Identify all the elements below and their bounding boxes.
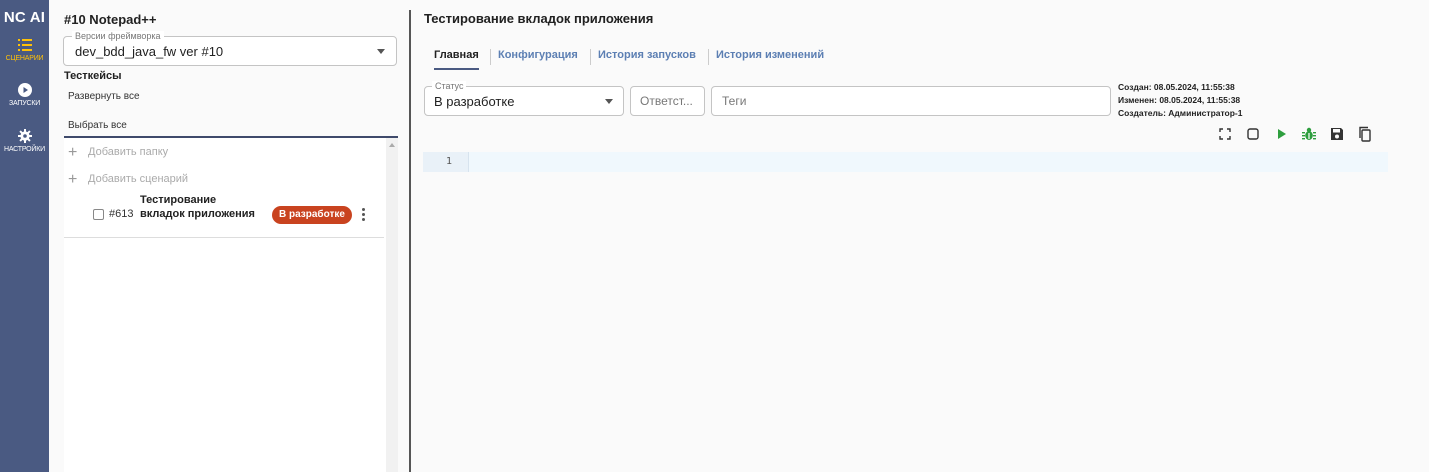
status-legend: Статус	[432, 81, 467, 91]
tab-change-history[interactable]: История изменений	[716, 49, 824, 61]
tab-run-history[interactable]: История запусков	[598, 49, 696, 61]
tab-separator	[590, 49, 591, 65]
created-at: Создан: 08.05.2024, 11:55:38	[1118, 82, 1235, 92]
app-logo: NC AI	[3, 9, 46, 26]
status-badge: В разработке	[272, 206, 352, 224]
save-icon[interactable]	[1329, 126, 1345, 142]
expand-all-link[interactable]: Развернуть все	[68, 91, 140, 102]
page-title: Тестирование вкладок приложения	[424, 11, 654, 26]
testcase-panel: #10 Notepad++ Версии фреймворка dev_bdd_…	[49, 0, 409, 472]
case-checkbox[interactable]	[93, 209, 104, 220]
add-folder-label: Добавить папку	[88, 146, 169, 158]
main-content: Тестирование вкладок приложения Главная …	[411, 0, 1429, 472]
nav-item-label: НАСТРОЙКИ	[4, 146, 45, 153]
list-item[interactable]: #613 Тестирование вкладок приложения В р…	[64, 191, 384, 238]
tree-scrollbar[interactable]	[386, 138, 398, 472]
plus-icon: +	[68, 171, 78, 188]
modified-at: Изменен: 08.05.2024, 11:55:38	[1118, 95, 1241, 105]
bug-icon[interactable]	[1301, 126, 1317, 142]
creator: Создатель: Администратор-1	[1118, 108, 1243, 118]
line-number: 1	[445, 156, 452, 167]
testcase-tree: + Добавить папку + Добавить сценарий #613 …	[64, 138, 398, 472]
nav-rail: NC AI СЦЕНАРИИ ЗАПУСКИ НАСТРОЙКИ	[0, 0, 49, 472]
nav-item-settings[interactable]: НАСТРОЙКИ	[0, 129, 49, 153]
fullscreen-icon[interactable]	[1217, 126, 1233, 142]
case-number: #613	[109, 208, 134, 220]
scroll-up-icon[interactable]	[389, 143, 395, 147]
responsible-input[interactable]: Ответст...	[630, 86, 705, 116]
tab-configuration[interactable]: Конфигурация	[498, 49, 578, 61]
tags-input[interactable]: Теги	[711, 86, 1111, 116]
case-meta: Создан: 08.05.2024, 11:55:38 Изменен: 08…	[1118, 81, 1242, 120]
gear-icon	[17, 129, 32, 143]
tab-active-indicator	[434, 68, 479, 70]
list-icon	[17, 39, 32, 51]
chevron-down-icon	[377, 49, 385, 54]
add-folder-button[interactable]: + Добавить папку	[68, 144, 168, 162]
stop-icon[interactable]	[1245, 126, 1261, 142]
status-select[interactable]: Статус В разработке	[424, 81, 624, 116]
framework-version-select[interactable]: Версии фреймворка dev_bdd_java_fw ver #1…	[63, 31, 397, 66]
more-vert-icon[interactable]	[362, 208, 366, 222]
nav-item-runs[interactable]: ЗАПУСКИ	[0, 83, 49, 107]
nav-item-scenarios[interactable]: СЦЕНАРИИ	[0, 38, 49, 62]
select-all-link[interactable]: Выбрать все	[68, 120, 127, 131]
tab-separator	[490, 49, 491, 65]
nav-item-label: ЗАПУСКИ	[8, 100, 41, 107]
status-value: В разработке	[434, 94, 515, 109]
tab-separator	[708, 49, 709, 65]
case-name: Тестирование вкладок приложения	[140, 194, 255, 220]
project-title: #10 Notepad++	[64, 12, 157, 27]
nav-item-label: СЦЕНАРИИ	[5, 55, 44, 62]
plus-icon: +	[68, 144, 78, 161]
framework-select-value: dev_bdd_java_fw ver #10	[75, 44, 224, 59]
play-icon[interactable]	[1273, 126, 1289, 142]
editor-gutter: 1	[423, 152, 469, 172]
tab-main[interactable]: Главная	[434, 49, 479, 61]
copy-icon[interactable]	[1357, 126, 1373, 142]
add-scenario-label: Добавить сценарий	[88, 173, 189, 185]
app-root: NC AI СЦЕНАРИИ ЗАПУСКИ НАСТРОЙКИ #10 Not…	[0, 0, 1429, 472]
section-title: Тесткейсы	[64, 70, 122, 82]
code-editor[interactable]: 1	[423, 152, 1388, 172]
play-circle-icon	[17, 83, 32, 97]
add-scenario-button[interactable]: + Добавить сценарий	[68, 171, 188, 189]
framework-select-legend: Версии фреймворка	[72, 31, 164, 41]
chevron-down-icon	[605, 99, 613, 104]
